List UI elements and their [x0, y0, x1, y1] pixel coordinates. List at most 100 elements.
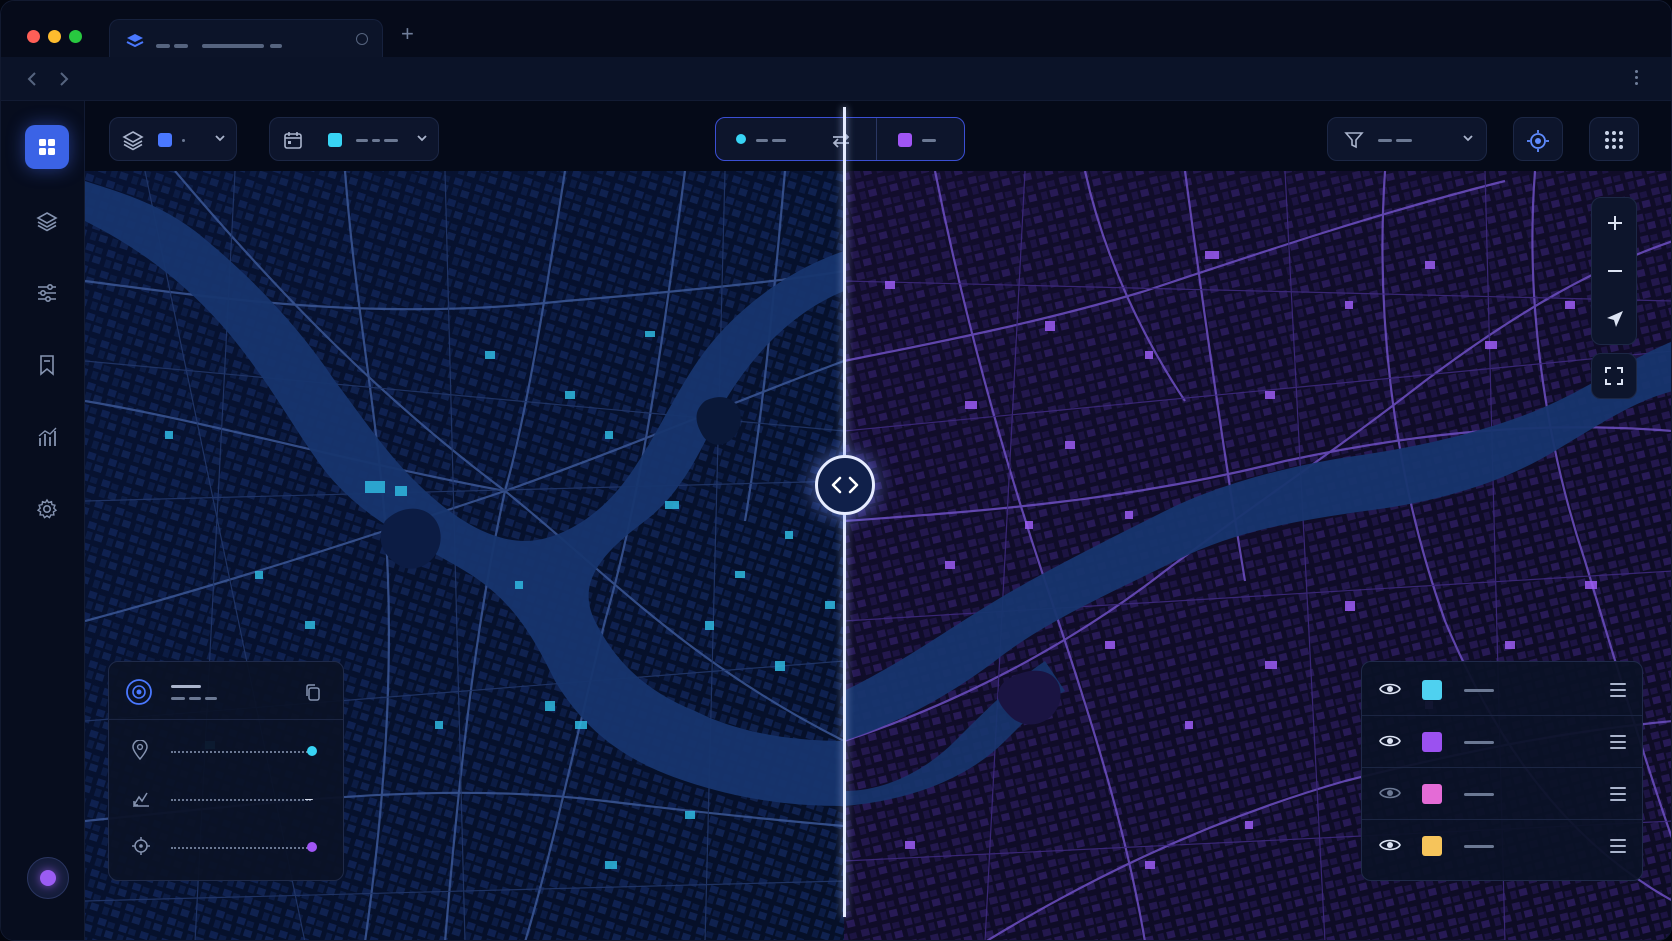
- tab-title-placeholder: [156, 44, 170, 48]
- drag-handle-icon[interactable]: [1610, 839, 1626, 857]
- swap-arrows-icon[interactable]: [830, 130, 852, 150]
- minimize-window-button[interactable]: [48, 30, 61, 43]
- fullscreen-button[interactable]: [1591, 353, 1637, 399]
- legend-item[interactable]: [1362, 768, 1642, 820]
- compare-control[interactable]: [715, 117, 965, 161]
- left-layer-placeholder: [772, 139, 786, 142]
- legend-label-placeholder: [1464, 845, 1494, 848]
- drag-handle-icon[interactable]: [1610, 787, 1626, 805]
- info-row-location: [109, 728, 343, 776]
- navigate-button[interactable]: [1592, 296, 1638, 342]
- tab-title-placeholder: [270, 44, 282, 48]
- chevron-down-icon: [1463, 135, 1473, 142]
- legend-label-placeholder: [1464, 793, 1494, 796]
- sidebar-item-bookmarks[interactable]: [25, 343, 69, 387]
- legend-item[interactable]: [1362, 716, 1642, 768]
- filter-icon: [1344, 132, 1364, 149]
- tab-title-placeholder: [174, 44, 188, 48]
- legend-item[interactable]: [1362, 820, 1642, 872]
- drag-handle-icon[interactable]: [1610, 735, 1626, 753]
- navigate-icon: [1607, 311, 1623, 327]
- status-dot: [307, 746, 317, 756]
- chevron-down-icon: [215, 135, 225, 142]
- sidebar: [1, 101, 85, 940]
- sidebar-item-layers[interactable]: [25, 199, 69, 243]
- radar-icon: [126, 679, 152, 705]
- date-select[interactable]: [269, 117, 439, 161]
- layers-icon: [126, 34, 144, 48]
- info-subtitle-placeholder: [189, 697, 201, 700]
- elevation-icon: [133, 792, 149, 807]
- chevron-left-icon[interactable]: [27, 72, 37, 86]
- target-icon: [1527, 130, 1549, 152]
- location-info-panel: –: [108, 661, 344, 881]
- drag-handle-icon[interactable]: [1610, 683, 1626, 701]
- eye-icon[interactable]: [1378, 835, 1402, 855]
- grid-icon: [39, 139, 55, 155]
- eye-icon[interactable]: [1378, 679, 1402, 699]
- left-layer-dot: [736, 134, 746, 144]
- legend-swatch: [1422, 836, 1442, 856]
- sidebar-item-settings[interactable]: [25, 487, 69, 531]
- zoom-out-button[interactable]: [1592, 248, 1638, 294]
- info-subtitle-placeholder: [171, 697, 185, 700]
- maximize-window-button[interactable]: [69, 30, 82, 43]
- sidebar-item-analytics[interactable]: [25, 415, 69, 459]
- tab-title-placeholder: [202, 44, 264, 48]
- calendar-icon: [284, 132, 302, 149]
- zoom-out-icon: [1608, 270, 1622, 272]
- date-placeholder: [372, 139, 380, 142]
- date-placeholder: [384, 139, 398, 142]
- new-tab-button[interactable]: +: [401, 23, 414, 45]
- zoom-controls: [1591, 197, 1637, 345]
- layer-legend: [1361, 661, 1643, 881]
- elevation-status: –: [305, 790, 313, 806]
- legend-swatch: [1422, 784, 1442, 804]
- navigation-bar: [1, 57, 1671, 101]
- filter-select[interactable]: [1327, 117, 1487, 161]
- left-layer-placeholder: [756, 139, 768, 142]
- split-arrows-icon: [831, 476, 859, 494]
- right-layer-placeholder: [922, 139, 936, 142]
- chevron-right-icon[interactable]: [59, 72, 69, 86]
- info-row-elevation: –: [109, 776, 343, 824]
- compare-handle[interactable]: [815, 455, 875, 515]
- zoom-in-button[interactable]: [1592, 200, 1638, 246]
- layer-select[interactable]: [109, 117, 237, 161]
- close-window-button[interactable]: [27, 30, 40, 43]
- bar-chart-icon: [38, 427, 57, 446]
- info-value-placeholder: [171, 751, 311, 753]
- filter-placeholder: [1396, 139, 1412, 142]
- crosshair-icon: [132, 837, 150, 855]
- filter-placeholder: [1378, 139, 1392, 142]
- kebab-icon[interactable]: [1635, 70, 1639, 88]
- info-subtitle-placeholder: [205, 697, 217, 700]
- info-value-placeholder: [171, 847, 311, 849]
- locate-button[interactable]: [1513, 117, 1563, 161]
- tab-close-icon[interactable]: [356, 33, 368, 45]
- browser-tab[interactable]: [109, 19, 383, 59]
- pin-icon: [132, 740, 148, 760]
- eye-icon[interactable]: [1378, 783, 1402, 803]
- sidebar-item-filters[interactable]: [25, 271, 69, 315]
- compare-separator: [876, 118, 877, 160]
- info-title-placeholder: [171, 685, 201, 688]
- eye-icon[interactable]: [1378, 731, 1402, 751]
- copy-icon[interactable]: [305, 684, 321, 702]
- legend-item[interactable]: [1362, 664, 1642, 716]
- user-avatar[interactable]: [27, 857, 69, 899]
- date-placeholder: [356, 139, 368, 142]
- info-header: [109, 662, 343, 720]
- date-color-swatch: [328, 133, 342, 147]
- bookmark-icon: [40, 355, 54, 376]
- layers-icon: [36, 212, 58, 232]
- sliders-icon: [38, 283, 56, 303]
- apps-button[interactable]: [1589, 117, 1639, 161]
- status-dot: [307, 842, 317, 852]
- layer-name-placeholder: [182, 139, 185, 142]
- info-row-coordinates: [109, 824, 343, 872]
- right-layer-swatch: [898, 133, 912, 147]
- title-bar: +: [1, 1, 1671, 59]
- sidebar-item-dashboard[interactable]: [25, 125, 69, 169]
- legend-label-placeholder: [1464, 741, 1494, 744]
